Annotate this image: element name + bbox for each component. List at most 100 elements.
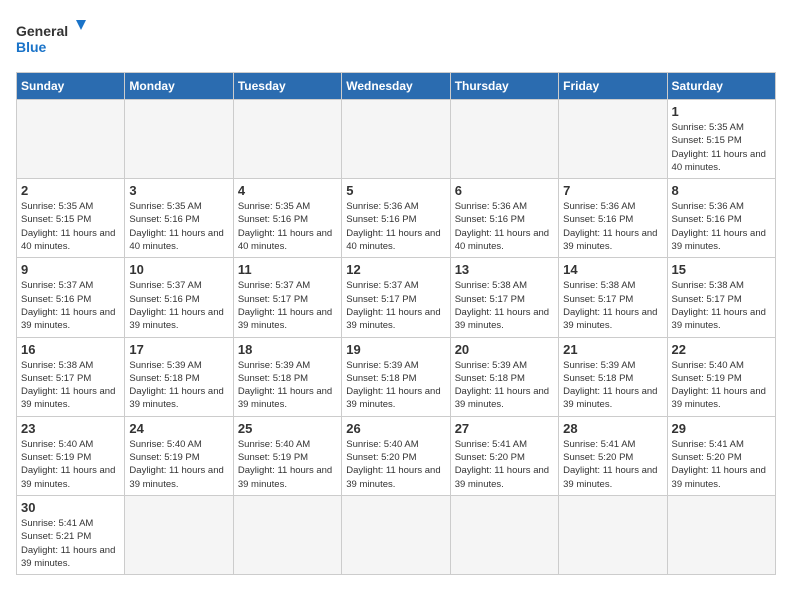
- day-number: 27: [455, 421, 554, 436]
- day-info: Sunrise: 5:40 AMSunset: 5:20 PMDaylight:…: [346, 438, 445, 491]
- calendar-cell: 5 Sunrise: 5:36 AMSunset: 5:16 PMDaylight…: [342, 179, 450, 258]
- day-number: 11: [238, 262, 337, 277]
- calendar-cell: [125, 100, 233, 179]
- day-info: Sunrise: 5:35 AMSunset: 5:15 PMDaylight:…: [21, 200, 120, 253]
- day-info: Sunrise: 5:38 AMSunset: 5:17 PMDaylight:…: [455, 279, 554, 332]
- logo: General Blue: [16, 16, 86, 60]
- day-number: 2: [21, 183, 120, 198]
- day-info: Sunrise: 5:40 AMSunset: 5:19 PMDaylight:…: [672, 359, 771, 412]
- calendar-cell: [559, 100, 667, 179]
- day-number: 3: [129, 183, 228, 198]
- day-info: Sunrise: 5:40 AMSunset: 5:19 PMDaylight:…: [21, 438, 120, 491]
- day-info: Sunrise: 5:39 AMSunset: 5:18 PMDaylight:…: [455, 359, 554, 412]
- day-number: 23: [21, 421, 120, 436]
- calendar-cell: [342, 100, 450, 179]
- day-info: Sunrise: 5:36 AMSunset: 5:16 PMDaylight:…: [455, 200, 554, 253]
- week-row-0: 1 Sunrise: 5:35 AMSunset: 5:15 PMDaylight…: [17, 100, 776, 179]
- calendar-cell: 17Sunrise: 5:39 AMSunset: 5:18 PMDayligh…: [125, 337, 233, 416]
- svg-text:Blue: Blue: [16, 39, 47, 55]
- day-number: 8: [672, 183, 771, 198]
- week-row-1: 2 Sunrise: 5:35 AMSunset: 5:15 PMDaylight…: [17, 179, 776, 258]
- day-info: Sunrise: 5:41 AMSunset: 5:20 PMDaylight:…: [672, 438, 771, 491]
- day-info: Sunrise: 5:37 AMSunset: 5:16 PMDaylight:…: [21, 279, 120, 332]
- day-info: Sunrise: 5:40 AMSunset: 5:19 PMDaylight:…: [129, 438, 228, 491]
- day-info: Sunrise: 5:41 AMSunset: 5:20 PMDaylight:…: [563, 438, 662, 491]
- day-info: Sunrise: 5:38 AMSunset: 5:17 PMDaylight:…: [21, 359, 120, 412]
- day-number: 28: [563, 421, 662, 436]
- calendar-cell: [342, 495, 450, 574]
- calendar-cell: 23 Sunrise: 5:40 AMSunset: 5:19 PMDayligh…: [17, 416, 125, 495]
- day-number: 1: [672, 104, 771, 119]
- day-number: 5: [346, 183, 445, 198]
- day-number: 30: [21, 500, 120, 515]
- page-header: General Blue: [16, 16, 776, 60]
- calendar-cell: 15Sunrise: 5:38 AMSunset: 5:17 PMDayligh…: [667, 258, 775, 337]
- calendar-cell: [125, 495, 233, 574]
- weekday-header-sunday: Sunday: [17, 73, 125, 100]
- calendar-cell: 8 Sunrise: 5:36 AMSunset: 5:16 PMDaylight…: [667, 179, 775, 258]
- calendar-cell: 6 Sunrise: 5:36 AMSunset: 5:16 PMDaylight…: [450, 179, 558, 258]
- day-number: 17: [129, 342, 228, 357]
- day-number: 10: [129, 262, 228, 277]
- calendar-table: SundayMondayTuesdayWednesdayThursdayFrid…: [16, 72, 776, 575]
- weekday-header-row: SundayMondayTuesdayWednesdayThursdayFrid…: [17, 73, 776, 100]
- weekday-header-friday: Friday: [559, 73, 667, 100]
- calendar-cell: 13 Sunrise: 5:38 AMSunset: 5:17 PMDayligh…: [450, 258, 558, 337]
- weekday-header-monday: Monday: [125, 73, 233, 100]
- calendar-cell: 14 Sunrise: 5:38 AMSunset: 5:17 PMDayligh…: [559, 258, 667, 337]
- day-number: 13: [455, 262, 554, 277]
- day-info: Sunrise: 5:36 AMSunset: 5:16 PMDaylight:…: [672, 200, 771, 253]
- day-number: 14: [563, 262, 662, 277]
- calendar-cell: [450, 495, 558, 574]
- day-info: Sunrise: 5:39 AMSunset: 5:18 PMDaylight:…: [563, 359, 662, 412]
- week-row-4: 23 Sunrise: 5:40 AMSunset: 5:19 PMDayligh…: [17, 416, 776, 495]
- weekday-header-tuesday: Tuesday: [233, 73, 341, 100]
- calendar-cell: 29 Sunrise: 5:41 AMSunset: 5:20 PMDayligh…: [667, 416, 775, 495]
- day-number: 22: [672, 342, 771, 357]
- day-info: Sunrise: 5:38 AMSunset: 5:17 PMDaylight:…: [563, 279, 662, 332]
- day-info: Sunrise: 5:37 AMSunset: 5:16 PMDaylight:…: [129, 279, 228, 332]
- day-number: 26: [346, 421, 445, 436]
- calendar-cell: [559, 495, 667, 574]
- calendar-cell: 30 Sunrise: 5:41 AMSunset: 5:21 PMDayligh…: [17, 495, 125, 574]
- day-number: 25: [238, 421, 337, 436]
- weekday-header-saturday: Saturday: [667, 73, 775, 100]
- calendar-cell: 1 Sunrise: 5:35 AMSunset: 5:15 PMDaylight…: [667, 100, 775, 179]
- day-info: Sunrise: 5:39 AMSunset: 5:18 PMDaylight:…: [346, 359, 445, 412]
- day-info: Sunrise: 5:36 AMSunset: 5:16 PMDaylight:…: [346, 200, 445, 253]
- day-number: 6: [455, 183, 554, 198]
- day-number: 16: [21, 342, 120, 357]
- day-info: Sunrise: 5:37 AMSunset: 5:17 PMDaylight:…: [346, 279, 445, 332]
- day-info: Sunrise: 5:35 AMSunset: 5:16 PMDaylight:…: [238, 200, 337, 253]
- calendar-cell: [233, 100, 341, 179]
- calendar-cell: 7Sunrise: 5:36 AMSunset: 5:16 PMDaylight…: [559, 179, 667, 258]
- day-info: Sunrise: 5:41 AMSunset: 5:21 PMDaylight:…: [21, 517, 120, 570]
- calendar-cell: 22 Sunrise: 5:40 AMSunset: 5:19 PMDayligh…: [667, 337, 775, 416]
- day-number: 12: [346, 262, 445, 277]
- day-info: Sunrise: 5:40 AMSunset: 5:19 PMDaylight:…: [238, 438, 337, 491]
- day-number: 9: [21, 262, 120, 277]
- calendar-cell: 27 Sunrise: 5:41 AMSunset: 5:20 PMDayligh…: [450, 416, 558, 495]
- day-number: 7: [563, 183, 662, 198]
- calendar-cell: 25 Sunrise: 5:40 AMSunset: 5:19 PMDayligh…: [233, 416, 341, 495]
- weekday-header-thursday: Thursday: [450, 73, 558, 100]
- calendar-cell: 4Sunrise: 5:35 AMSunset: 5:16 PMDaylight…: [233, 179, 341, 258]
- day-info: Sunrise: 5:41 AMSunset: 5:20 PMDaylight:…: [455, 438, 554, 491]
- calendar-cell: 26 Sunrise: 5:40 AMSunset: 5:20 PMDayligh…: [342, 416, 450, 495]
- day-info: Sunrise: 5:35 AMSunset: 5:16 PMDaylight:…: [129, 200, 228, 253]
- day-number: 29: [672, 421, 771, 436]
- calendar-cell: [667, 495, 775, 574]
- svg-text:General: General: [16, 23, 68, 39]
- week-row-2: 9 Sunrise: 5:37 AMSunset: 5:16 PMDaylight…: [17, 258, 776, 337]
- calendar-cell: 21Sunrise: 5:39 AMSunset: 5:18 PMDayligh…: [559, 337, 667, 416]
- calendar-cell: 9 Sunrise: 5:37 AMSunset: 5:16 PMDaylight…: [17, 258, 125, 337]
- calendar-cell: 24 Sunrise: 5:40 AMSunset: 5:19 PMDayligh…: [125, 416, 233, 495]
- calendar-cell: 19 Sunrise: 5:39 AMSunset: 5:18 PMDayligh…: [342, 337, 450, 416]
- week-row-3: 16 Sunrise: 5:38 AMSunset: 5:17 PMDayligh…: [17, 337, 776, 416]
- day-info: Sunrise: 5:39 AMSunset: 5:18 PMDaylight:…: [238, 359, 337, 412]
- day-number: 24: [129, 421, 228, 436]
- day-number: 19: [346, 342, 445, 357]
- day-info: Sunrise: 5:37 AMSunset: 5:17 PMDaylight:…: [238, 279, 337, 332]
- day-info: Sunrise: 5:35 AMSunset: 5:15 PMDaylight:…: [672, 121, 771, 174]
- calendar-cell: 16 Sunrise: 5:38 AMSunset: 5:17 PMDayligh…: [17, 337, 125, 416]
